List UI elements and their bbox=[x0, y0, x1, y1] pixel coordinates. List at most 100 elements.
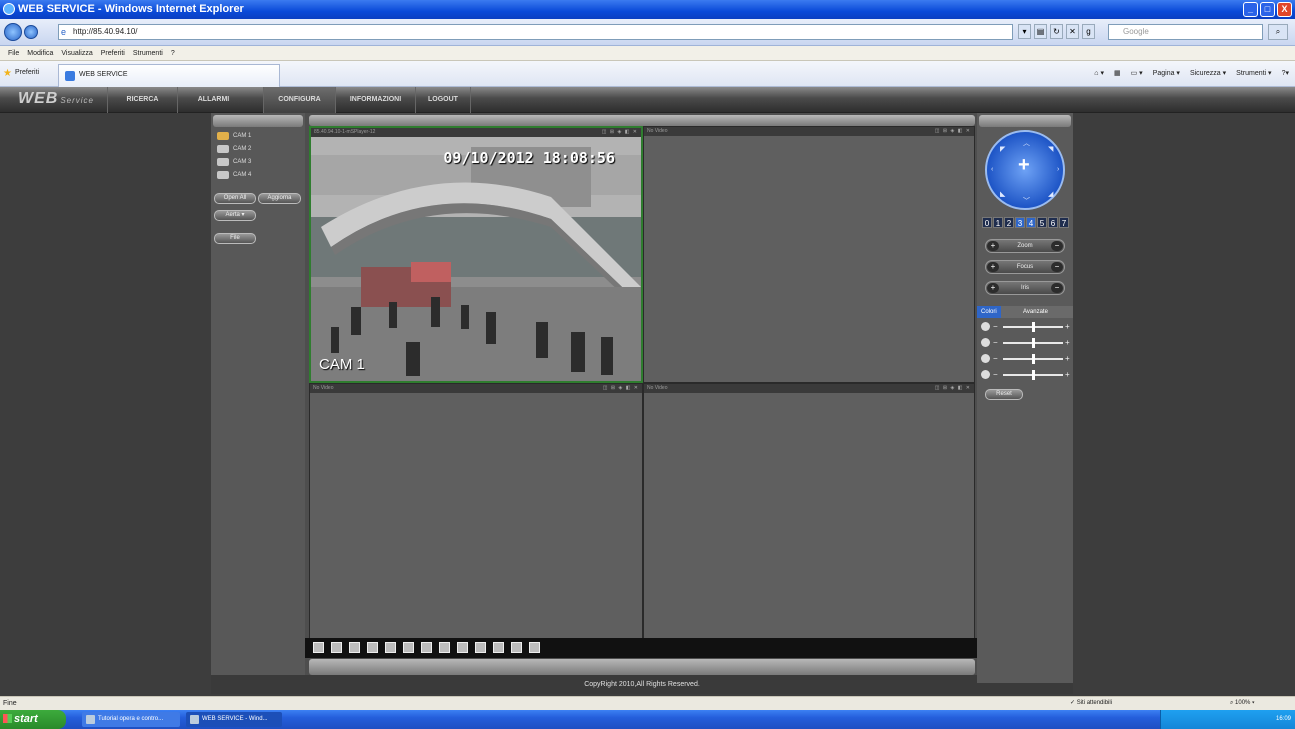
slider-knob[interactable] bbox=[1032, 322, 1035, 332]
speed-0[interactable]: 0 bbox=[982, 217, 992, 228]
url-field[interactable]: e http://85.40.94.10/ bbox=[58, 24, 1013, 40]
layout-button-8[interactable] bbox=[439, 642, 450, 653]
layout-button-13[interactable] bbox=[529, 642, 540, 653]
brightness-slider[interactable]: − + bbox=[981, 321, 1071, 333]
speed-1[interactable]: 1 bbox=[993, 217, 1003, 228]
menu-help[interactable]: ? bbox=[171, 46, 175, 60]
up-right-arrow-icon[interactable]: ◥ bbox=[1048, 145, 1053, 153]
saturation-slider[interactable]: − + bbox=[981, 353, 1071, 365]
zoom-out-button[interactable]: − bbox=[1051, 241, 1063, 251]
home-icon[interactable]: ⌂ ▾ bbox=[1094, 69, 1104, 77]
search-icon[interactable]: ⌕ bbox=[1268, 24, 1288, 40]
speed-7[interactable]: 7 bbox=[1059, 217, 1069, 228]
layout-button-12[interactable] bbox=[511, 642, 522, 653]
menu-file[interactable]: File bbox=[8, 46, 19, 60]
nav-logout[interactable]: LOGOUT bbox=[415, 87, 471, 113]
maximize-button[interactable]: □ bbox=[1260, 2, 1275, 17]
ptz-joystick[interactable]: + ︿ ﹀ ‹ › ◤ ◥ ◣ ◢ bbox=[985, 130, 1065, 210]
up-left-arrow-icon[interactable]: ◤ bbox=[1000, 145, 1005, 153]
slider-knob[interactable] bbox=[1032, 338, 1035, 348]
focus-minus-button[interactable]: − bbox=[1051, 262, 1063, 272]
nav-search[interactable]: RICERCA bbox=[107, 87, 177, 113]
layout-button-2[interactable] bbox=[331, 642, 342, 653]
menu-view[interactable]: Visualizza bbox=[61, 46, 92, 60]
nav-alarms[interactable]: ALLARMI bbox=[177, 87, 249, 113]
taskbar-item-1[interactable]: Tutorial opera e contro... bbox=[82, 712, 180, 727]
print-icon[interactable]: ▭ ▾ bbox=[1131, 69, 1143, 77]
browser-tab[interactable]: WEB SERVICE bbox=[58, 64, 280, 87]
open-dropdown-button[interactable]: Aerta ▾ bbox=[214, 210, 256, 221]
speed-2[interactable]: 2 bbox=[1004, 217, 1014, 228]
tab-colors[interactable]: Colori bbox=[977, 306, 1001, 318]
video-cell-2[interactable]: No Video ◫ ⊞ ◈ ◧ ✕ bbox=[643, 126, 975, 383]
speed-3[interactable]: 3 bbox=[1015, 217, 1025, 228]
layout-button-1[interactable] bbox=[313, 642, 324, 653]
layout-button-10[interactable] bbox=[475, 642, 486, 653]
speed-6[interactable]: 6 bbox=[1048, 217, 1058, 228]
cell-controls[interactable]: ◫ ⊞ ◈ ◧ ✕ bbox=[935, 384, 971, 393]
tools-menu[interactable]: Strumenti ▾ bbox=[1236, 69, 1271, 77]
right-arrow-icon[interactable]: › bbox=[1057, 166, 1059, 173]
taskbar-item-2[interactable]: WEB SERVICE - Wind... bbox=[186, 712, 282, 727]
page-menu[interactable]: Pagina ▾ bbox=[1153, 69, 1180, 77]
start-button[interactable]: start bbox=[0, 710, 66, 729]
layout-button-11[interactable] bbox=[493, 642, 504, 653]
file-button[interactable]: File bbox=[214, 233, 256, 244]
left-arrow-icon[interactable]: ‹ bbox=[991, 166, 993, 173]
nav-configure[interactable]: CONFIGURA bbox=[263, 87, 335, 113]
menu-tools[interactable]: Strumenti bbox=[133, 46, 163, 60]
down-arrow-icon[interactable]: ﹀ bbox=[1023, 196, 1030, 206]
menu-favorites[interactable]: Preferiti bbox=[101, 46, 125, 60]
feeds-icon[interactable]: ▦ bbox=[1114, 69, 1121, 77]
nav-information[interactable]: INFORMAZIONI bbox=[335, 87, 415, 113]
contrast-slider[interactable]: − + bbox=[981, 337, 1071, 349]
camera-item-4[interactable]: CAM 4 bbox=[217, 169, 251, 181]
security-menu[interactable]: Sicurezza ▾ bbox=[1190, 69, 1226, 77]
layout-button-5[interactable] bbox=[385, 642, 396, 653]
iris-minus-button[interactable]: − bbox=[1051, 283, 1063, 293]
down-left-arrow-icon[interactable]: ◣ bbox=[1000, 190, 1005, 198]
down-right-arrow-icon[interactable]: ◢ bbox=[1048, 190, 1053, 198]
slider-knob[interactable] bbox=[1032, 354, 1035, 364]
reset-button[interactable]: Reset bbox=[985, 389, 1023, 400]
search-input[interactable]: Google bbox=[1108, 24, 1263, 40]
dropdown-icon[interactable]: ▾ bbox=[1018, 24, 1031, 39]
center-icon[interactable]: + bbox=[1018, 154, 1030, 177]
layout-button-9[interactable] bbox=[457, 642, 468, 653]
video-cell-4[interactable]: No Video ◫ ⊞ ◈ ◧ ✕ bbox=[643, 383, 975, 639]
speed-4[interactable]: 4 bbox=[1026, 217, 1036, 228]
back-icon[interactable] bbox=[4, 23, 22, 41]
forward-icon[interactable] bbox=[24, 25, 38, 39]
favorites-button[interactable]: Preferiti bbox=[15, 69, 39, 76]
cell-controls[interactable]: ◫ ⊞ ◈ ◧ ✕ bbox=[602, 128, 638, 137]
help-icon[interactable]: ?▾ bbox=[1282, 69, 1289, 77]
layout-button-6[interactable] bbox=[403, 642, 414, 653]
menu-edit[interactable]: Modifica bbox=[27, 46, 53, 60]
open-all-button[interactable]: Open All bbox=[214, 193, 256, 204]
layout-button-7[interactable] bbox=[421, 642, 432, 653]
refresh-icon[interactable]: ↻ bbox=[1050, 24, 1063, 39]
minimize-button[interactable]: _ bbox=[1243, 2, 1258, 17]
compat-icon[interactable]: ▤ bbox=[1034, 24, 1047, 39]
camera-item-3[interactable]: CAM 3 bbox=[217, 156, 251, 168]
speed-5[interactable]: 5 bbox=[1037, 217, 1047, 228]
focus-plus-button[interactable]: + bbox=[987, 262, 999, 272]
video-cell-3[interactable]: No Video ◫ ⊞ ◈ ◧ ✕ bbox=[309, 383, 643, 639]
layout-button-3[interactable] bbox=[349, 642, 360, 653]
zoom-level[interactable]: ⌕ 100% ▾ bbox=[1230, 697, 1255, 710]
camera-item-1[interactable]: CAM 1 bbox=[217, 130, 251, 142]
zoom-in-button[interactable]: + bbox=[987, 241, 999, 251]
star-icon[interactable]: ★ bbox=[3, 68, 12, 79]
hue-slider[interactable]: − + bbox=[981, 369, 1071, 381]
iris-plus-button[interactable]: + bbox=[987, 283, 999, 293]
up-arrow-icon[interactable]: ︿ bbox=[1023, 138, 1030, 148]
layout-button-4[interactable] bbox=[367, 642, 378, 653]
cell-controls[interactable]: ◫ ⊞ ◈ ◧ ✕ bbox=[603, 384, 639, 393]
refresh-button[interactable]: Aggiorna bbox=[258, 193, 301, 204]
stop-icon[interactable]: ✕ bbox=[1066, 24, 1079, 39]
close-button[interactable]: X bbox=[1277, 2, 1292, 17]
tab-advanced[interactable]: Avanzate bbox=[1019, 306, 1052, 318]
cell-controls[interactable]: ◫ ⊞ ◈ ◧ ✕ bbox=[935, 127, 971, 136]
slider-knob[interactable] bbox=[1032, 370, 1035, 380]
camera-item-2[interactable]: CAM 2 bbox=[217, 143, 251, 155]
